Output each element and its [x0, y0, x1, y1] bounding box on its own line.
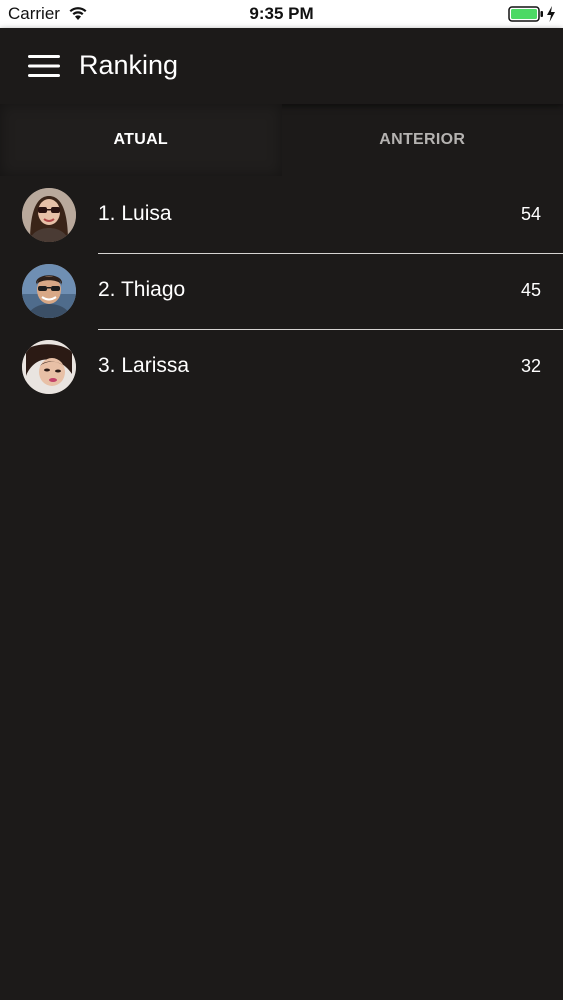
ranking-list: 1. Luisa 54 2. Thiago 45 3. Larissa 32 — [0, 178, 563, 406]
tab-label: ANTERIOR — [379, 131, 466, 148]
avatar — [22, 340, 76, 394]
avatar — [22, 264, 76, 318]
tab-atual[interactable]: ATUAL — [0, 104, 282, 176]
page-title: Ranking — [79, 50, 179, 80]
status-bar: Carrier 9:35 PM — [0, 0, 563, 28]
player-score: 45 — [520, 280, 541, 300]
tab-label: ATUAL — [113, 131, 169, 148]
hamburger-menu-icon — [28, 55, 60, 77]
player-score: 54 — [520, 204, 541, 224]
player-name: 2. Thiago — [98, 278, 186, 301]
menu-button[interactable] — [20, 46, 68, 86]
ranking-row[interactable]: 1. Luisa 54 — [0, 178, 563, 254]
player-name: 3. Larissa — [98, 354, 190, 377]
tab-anterior[interactable]: ANTERIOR — [282, 104, 563, 176]
charging-bolt-icon — [547, 6, 555, 22]
ranking-row[interactable]: 3. Larissa 32 — [0, 330, 563, 406]
battery-icon — [508, 6, 543, 22]
app-bar: Ranking — [0, 28, 563, 104]
status-time: 9:35 PM — [249, 4, 314, 23]
ranking-row[interactable]: 2. Thiago 45 — [0, 254, 563, 330]
tab-bar: ATUAL ANTERIOR — [0, 104, 563, 176]
player-name: 1. Luisa — [98, 202, 172, 225]
avatar — [22, 188, 76, 242]
player-score: 32 — [520, 356, 541, 376]
